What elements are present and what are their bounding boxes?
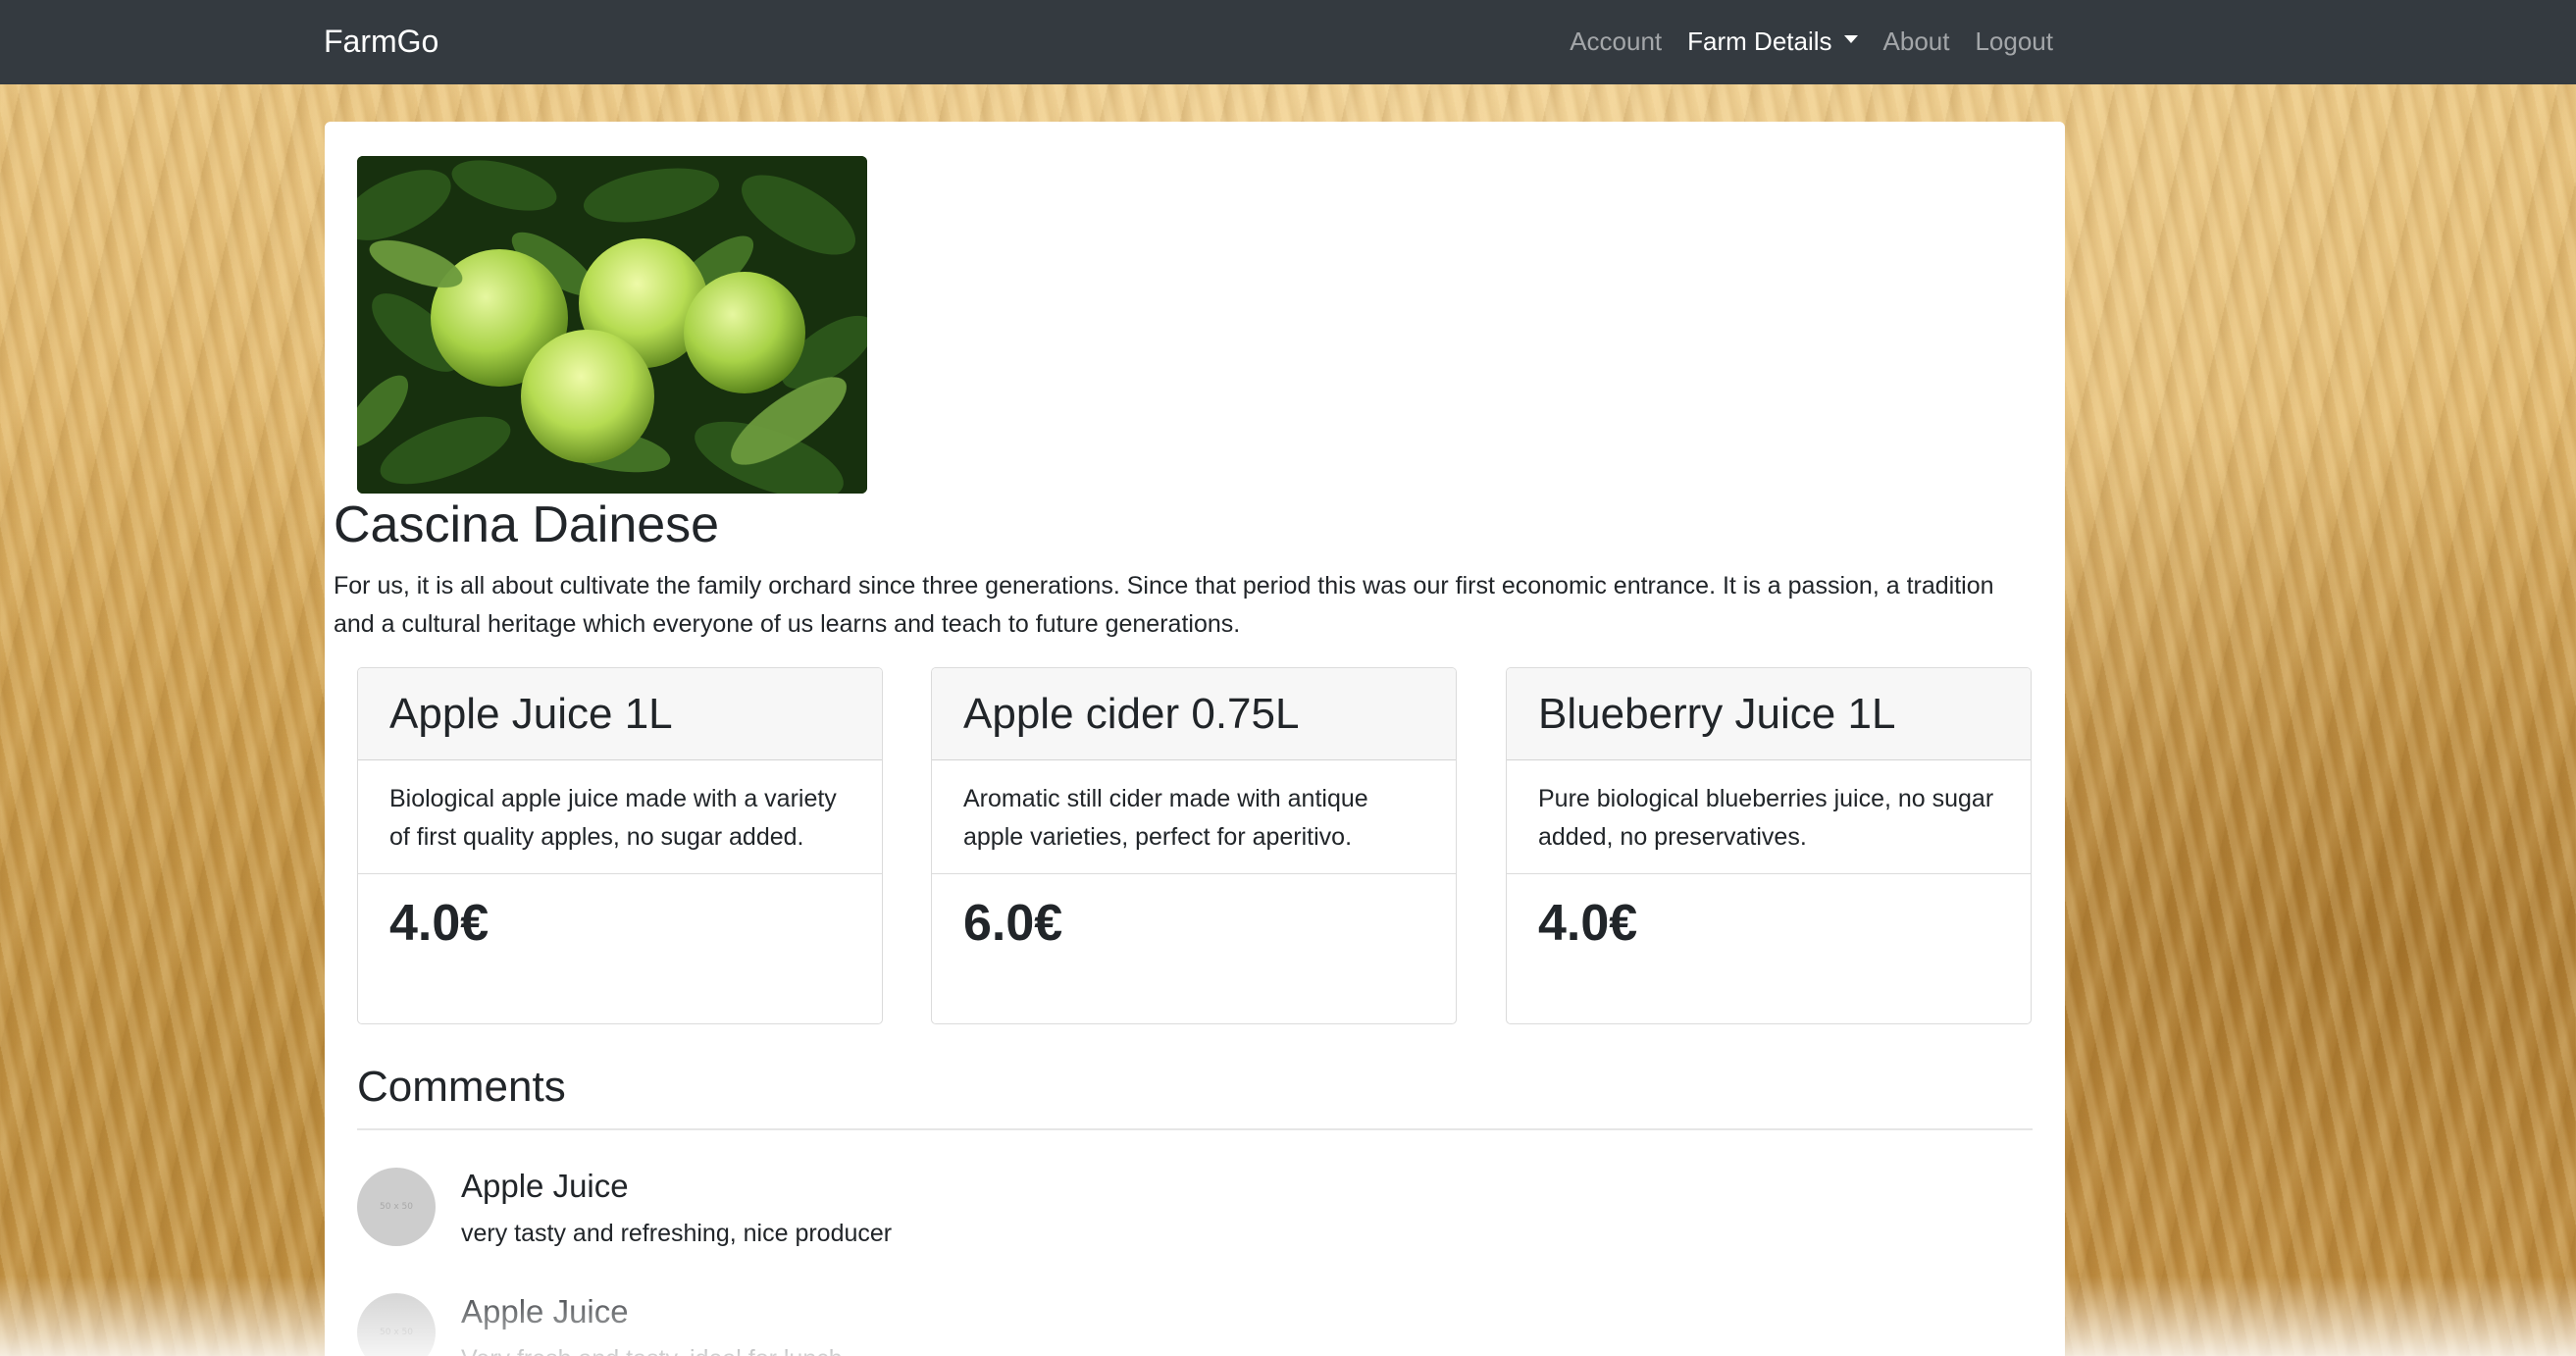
farm-image [357, 156, 867, 494]
avatar-placeholder-text: 50 x 50 [380, 1328, 413, 1337]
comments-divider [357, 1128, 2033, 1130]
nav-link-account[interactable]: Account [1570, 20, 1662, 63]
apples-photo [357, 156, 867, 494]
farm-name: Cascina Dainese [334, 496, 720, 553]
farm-details-card: Cascina Dainese For us, it is all about … [325, 122, 2065, 1356]
comment-text: very tasty and refreshing, nice producer [461, 1220, 893, 1247]
product-card: Apple Juice 1L Biological apple juice ma… [357, 667, 883, 1024]
nav-link-about[interactable]: About [1883, 20, 1950, 63]
avatar-placeholder-text: 50 x 50 [380, 1202, 413, 1212]
avatar: 50 x 50 [357, 1293, 436, 1356]
product-card: Apple cider 0.75L Aromatic still cider m… [931, 667, 1457, 1024]
product-description: Pure biological blueberries juice, no su… [1507, 760, 2031, 874]
comments-heading: Comments [357, 1063, 566, 1111]
nav-links: Account Farm Details About Logout [1570, 20, 2053, 63]
product-price: 6.0€ [963, 895, 1063, 952]
product-description: Biological apple juice made with a varie… [358, 760, 882, 874]
product-card-header: Blueberry Juice 1L [1507, 668, 2031, 760]
caret-down-icon [1843, 35, 1858, 43]
product-name: Apple cider 0.75L [963, 689, 1300, 738]
product-card-header: Apple Juice 1L [358, 668, 882, 760]
farm-description: For us, it is all about cultivate the fa… [334, 572, 1994, 638]
nav-link-farm-details[interactable]: Farm Details [1687, 20, 1858, 63]
product-price: 4.0€ [389, 895, 489, 952]
comment-product: Apple Juice [461, 1168, 629, 1204]
top-navbar: FarmGo Account Farm Details About Logout [0, 0, 2576, 84]
product-price: 4.0€ [1538, 895, 1638, 952]
avatar: 50 x 50 [357, 1168, 436, 1246]
comment-text: Very fresh and tasty, ideal for lunch [461, 1342, 843, 1356]
nav-link-logout[interactable]: Logout [1975, 20, 2053, 63]
product-card-header: Apple cider 0.75L [932, 668, 1456, 760]
nav-link-farm-details-label: Farm Details [1687, 26, 1832, 56]
brand-logo[interactable]: FarmGo [324, 20, 438, 63]
product-card: Blueberry Juice 1L Pure biological blueb… [1506, 667, 2032, 1024]
comment-product: Apple Juice [461, 1293, 629, 1330]
product-description: Aromatic still cider made with antique a… [932, 760, 1456, 874]
product-name: Apple Juice 1L [389, 689, 673, 738]
product-name: Blueberry Juice 1L [1538, 689, 1896, 738]
